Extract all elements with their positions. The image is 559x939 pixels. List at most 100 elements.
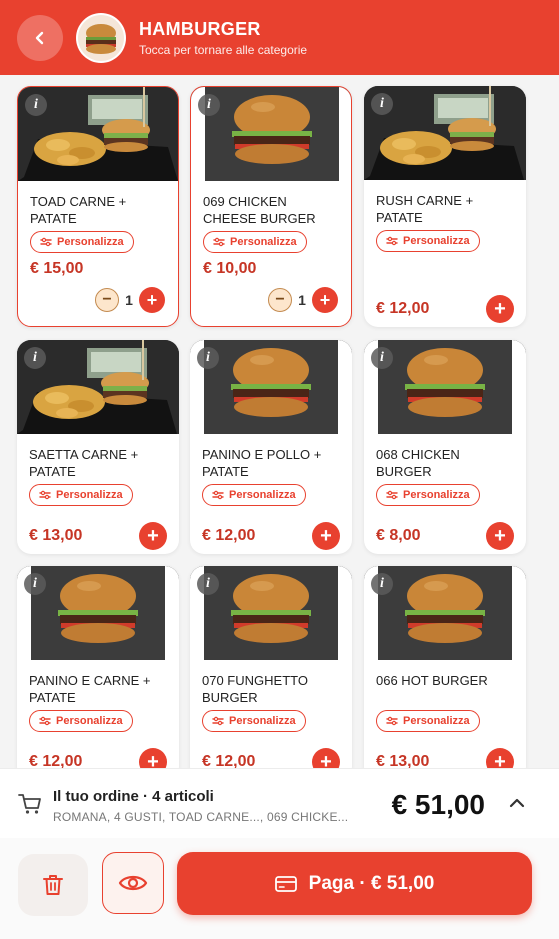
product-card[interactable]: i 066 HOT BURGER Personalizza € 13,00 + — [364, 566, 526, 768]
page-title: HAMBURGER — [139, 18, 261, 39]
info-icon[interactable]: i — [197, 347, 219, 369]
sliders-icon — [386, 490, 398, 500]
product-name: 069 CHICKEN CHEESE BURGER — [203, 194, 316, 226]
order-title: Il tuo ordine · 4 articoli — [53, 788, 214, 805]
sliders-icon — [212, 716, 224, 726]
product-price: € 10,00 — [203, 260, 257, 277]
product-card[interactable]: i RUSH CARNE + PATATE Personalizza € 12,00 + — [364, 86, 526, 327]
sliders-icon — [39, 490, 51, 500]
product-card[interactable]: i PANINO E CARNE + PATATE Personalizza € 12… — [17, 566, 179, 768]
add-button[interactable]: + — [486, 748, 514, 768]
product-card[interactable]: i 068 CHICKEN BURGER Personalizza € 8,00 + — [364, 340, 526, 554]
product-price: € 13,00 — [376, 753, 430, 768]
eye-icon — [118, 875, 148, 891]
chevron-up-icon[interactable] — [509, 797, 525, 809]
product-price: € 12,00 — [376, 300, 430, 317]
info-icon[interactable]: i — [197, 573, 219, 595]
product-name: 070 FUNGHETTO BURGER — [202, 673, 308, 705]
order-summary-bar[interactable]: Il tuo ordine · 4 articoli ROMANA, 4 GUS… — [0, 768, 559, 838]
header[interactable]: HAMBURGER Tocca per tornare alle categor… — [0, 0, 559, 75]
personalize-label: Personalizza — [57, 236, 124, 248]
personalize-button[interactable]: Personalizza — [376, 710, 480, 732]
chevron-left-icon — [35, 31, 44, 44]
clear-order-button[interactable] — [18, 854, 88, 916]
add-button[interactable]: + — [486, 295, 514, 323]
info-icon[interactable]: i — [24, 573, 46, 595]
add-button[interactable]: + — [139, 522, 167, 550]
minus-icon[interactable]: − — [268, 288, 292, 312]
sliders-icon — [213, 237, 225, 247]
personalize-label: Personalizza — [403, 715, 470, 727]
sliders-icon — [386, 716, 398, 726]
add-button[interactable]: + — [486, 522, 514, 550]
plus-icon[interactable]: + — [139, 287, 165, 313]
trash-icon — [43, 875, 63, 895]
view-order-button[interactable] — [102, 852, 164, 914]
plus-icon[interactable]: + — [312, 287, 338, 313]
product-grid: i TOAD CARNE + PATATE Personalizza € 15,00−… — [0, 75, 559, 768]
product-name: PANINO E POLLO + PATATE — [202, 447, 322, 479]
minus-icon[interactable]: − — [95, 288, 119, 312]
back-button[interactable] — [17, 14, 63, 61]
info-icon[interactable]: i — [198, 94, 220, 116]
product-name: 066 HOT BURGER — [376, 673, 488, 688]
product-card[interactable]: i PANINO E POLLO + PATATE Personalizza € 12… — [190, 340, 352, 554]
personalize-button[interactable]: Personalizza — [203, 231, 307, 253]
product-card[interactable]: i 069 CHICKEN CHEESE BURGER Personalizza € … — [190, 86, 352, 327]
header-text[interactable]: HAMBURGER Tocca per tornare alle categor… — [139, 19, 307, 57]
product-card[interactable]: i 070 FUNGHETTO BURGER Personalizza € 12,00… — [190, 566, 352, 768]
add-button[interactable]: + — [139, 748, 167, 768]
product-price: € 15,00 — [30, 260, 84, 277]
quantity-stepper[interactable]: −1 + — [95, 287, 165, 313]
page-subtitle: Tocca per tornare alle categorie — [139, 42, 308, 57]
sliders-icon — [39, 716, 51, 726]
product-card[interactable]: i SAETTA CARNE + PATATE Personalizza € 13,0… — [17, 340, 179, 554]
personalize-label: Personalizza — [229, 715, 296, 727]
product-price: € 12,00 — [202, 527, 256, 544]
product-name: TOAD CARNE + PATATE — [30, 194, 127, 226]
product-card[interactable]: i TOAD CARNE + PATATE Personalizza € 15,00−… — [17, 86, 179, 327]
info-icon[interactable]: i — [24, 347, 46, 369]
sliders-icon — [40, 237, 52, 247]
info-icon[interactable]: i — [371, 347, 393, 369]
sliders-icon — [386, 236, 398, 246]
personalize-label: Personalizza — [229, 489, 296, 501]
personalize-button[interactable]: Personalizza — [29, 710, 133, 732]
category-thumbnail — [76, 12, 126, 63]
personalize-button[interactable]: Personalizza — [29, 484, 133, 506]
product-name: 068 CHICKEN BURGER — [376, 447, 460, 479]
quantity-value: 1 — [298, 292, 306, 308]
personalize-label: Personalizza — [403, 235, 470, 247]
credit-card-icon — [274, 875, 297, 892]
product-name: RUSH CARNE + PATATE — [376, 193, 474, 225]
add-button[interactable]: + — [312, 522, 340, 550]
personalize-button[interactable]: Personalizza — [376, 230, 480, 252]
sliders-icon — [212, 490, 224, 500]
info-icon[interactable]: i — [371, 93, 393, 115]
personalize-button[interactable]: Personalizza — [202, 484, 306, 506]
action-bar: Paga · € 51,00 — [0, 838, 559, 939]
info-icon[interactable]: i — [25, 94, 47, 116]
personalize-label: Personalizza — [403, 489, 470, 501]
personalize-label: Personalizza — [56, 715, 123, 727]
product-price: € 12,00 — [202, 753, 256, 768]
product-name: PANINO E CARNE + PATATE — [29, 673, 151, 705]
product-price: € 13,00 — [29, 527, 83, 544]
cart-icon — [18, 794, 41, 814]
order-items-summary: ROMANA, 4 GUSTI, TOAD CARNE..., 069 CHIC… — [53, 810, 349, 824]
personalize-label: Personalizza — [56, 489, 123, 501]
pay-button[interactable]: Paga · € 51,00 — [177, 852, 532, 915]
product-name: SAETTA CARNE + PATATE — [29, 447, 139, 479]
pay-button-label: Paga · € 51,00 — [308, 872, 435, 894]
personalize-button[interactable]: Personalizza — [30, 231, 134, 253]
product-price: € 12,00 — [29, 753, 83, 768]
personalize-button[interactable]: Personalizza — [376, 484, 480, 506]
personalize-button[interactable]: Personalizza — [202, 710, 306, 732]
add-button[interactable]: + — [312, 748, 340, 768]
personalize-label: Personalizza — [230, 236, 297, 248]
order-total: € 51,00 — [391, 789, 485, 820]
product-price: € 8,00 — [376, 527, 421, 544]
info-icon[interactable]: i — [371, 573, 393, 595]
quantity-stepper[interactable]: −1 + — [268, 287, 338, 313]
quantity-value: 1 — [125, 292, 133, 308]
